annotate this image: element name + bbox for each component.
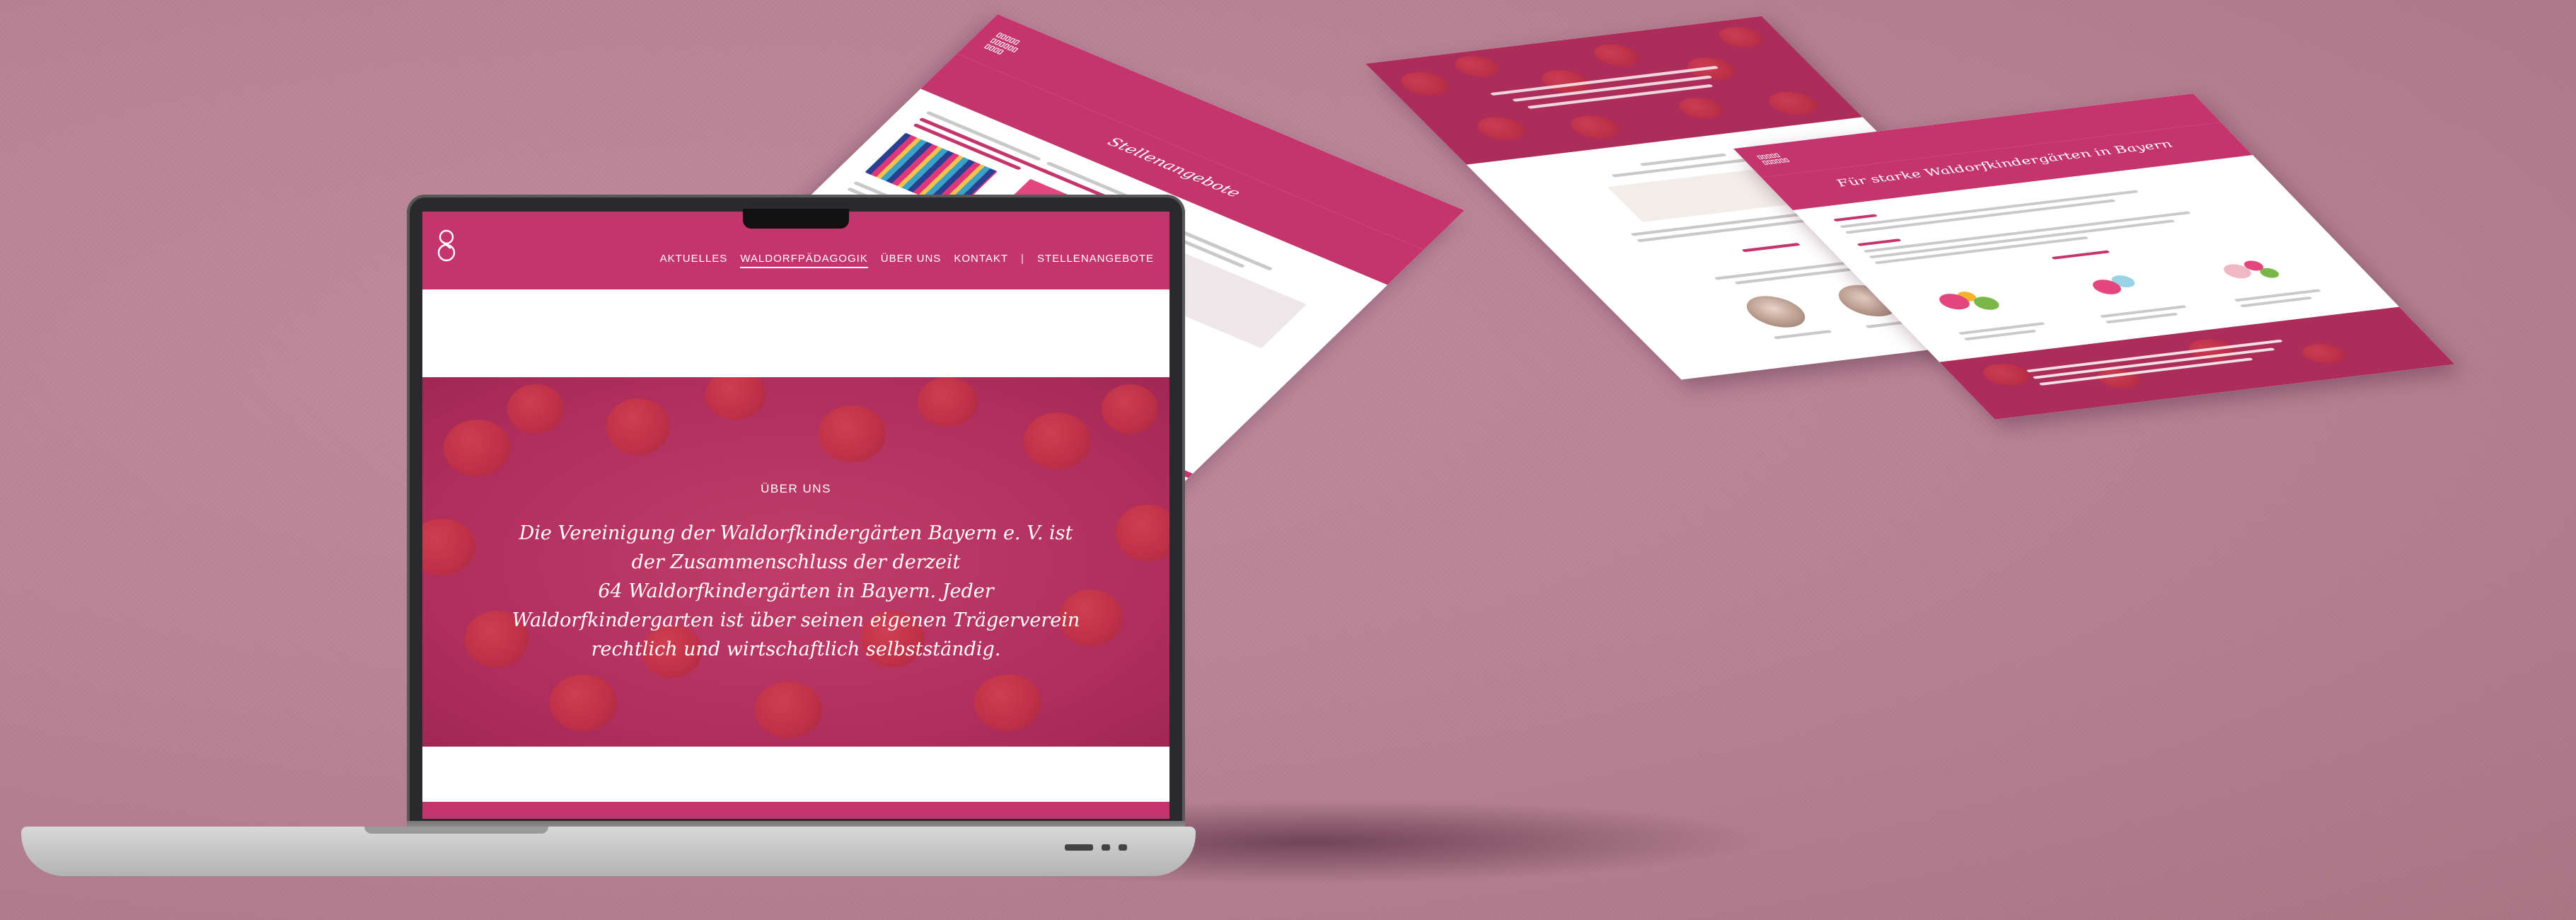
hero-label: ÜBER UNS [761,482,831,495]
page-logo: ▯▯▯▯▯ ▯▯▯▯▯▯ ▯▯▯▯ [983,31,1022,56]
feature-illustration [2060,265,2170,307]
hero-text-line: der Zusammenschluss der derzeit [631,551,961,573]
waldorf-logo-icon[interactable] [437,227,456,270]
white-band-top [422,289,1169,377]
hero-section: ÜBER UNS Die Vereinigung der Waldorfkind… [422,377,1169,747]
page-logo: ▯▯▯▯▯ ▯▯▯▯▯▯ [1755,152,1791,166]
nav-ueber-uns[interactable]: ÜBER UNS [881,253,942,268]
nav-waldorfpaedagogik[interactable]: WALDORFPÄDAGOGIK [740,253,868,268]
laptop-lip [364,827,548,834]
hero-text-line: 64 Waldorfkindergärten in Bayern. Jeder [598,580,994,602]
feature-illustration [1918,282,2028,324]
laptop-screen: AKTUELLES WALDORFPÄDAGOGIK ÜBER UNS KONT… [422,212,1169,819]
text-line [1773,330,1832,340]
laptop-mockup: AKTUELLES WALDORFPÄDAGOGIK ÜBER UNS KONT… [21,195,1196,902]
laptop-ports [1065,844,1127,851]
nav-stellenangebote[interactable]: STELLENANGEBOTE [1037,253,1154,268]
nav-aktuelles[interactable]: AKTUELLES [660,253,728,268]
hero-text-line: Waldorfkindergarten ist über seinen eige… [512,609,1080,631]
text-line [1832,214,1878,222]
text-line [1741,243,1801,253]
text-line [1874,236,2089,265]
feature-illustration [2194,248,2304,292]
white-band-bottom [422,747,1169,802]
screen-bottom-bar [422,802,1169,819]
laptop-base [21,827,1196,876]
avatar [1735,293,1816,330]
text-line [1844,199,2116,234]
text-line [2051,250,2110,260]
nav-menu: AKTUELLES WALDORFPÄDAGOGIK ÜBER UNS KONT… [660,253,1154,268]
camera-notch [743,209,849,229]
nav-separator: | [1021,253,1024,265]
hero-text-line: rechtlich und wirtschaftlich selbstständ… [591,638,1001,660]
text-line [1856,238,1902,246]
nav-kontakt[interactable]: KONTAKT [954,253,1008,268]
hero-text: Die Vereinigung der Waldorfkindergärten … [507,519,1085,664]
hero-text-line: Die Vereinigung der Waldorfkindergärten … [519,522,1073,544]
